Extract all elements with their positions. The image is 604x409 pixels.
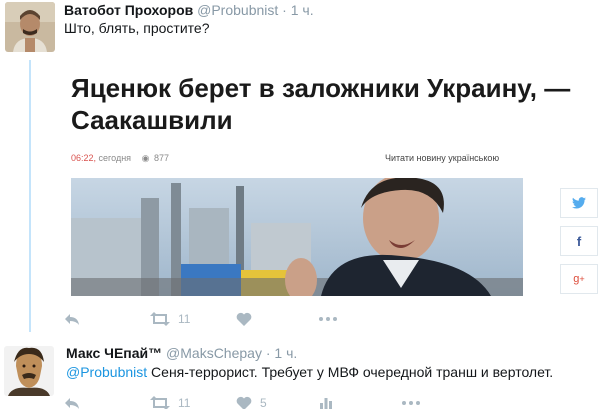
- article-meta: 06:22, сегодня ◉ 877: [71, 153, 169, 164]
- tweet-body: Сеня-террорист. Требует у МВФ очередной …: [151, 364, 554, 380]
- article-time: 06:22,: [71, 153, 97, 163]
- article-views: 877: [153, 153, 169, 163]
- article-date: сегодня: [98, 153, 132, 163]
- reply-button[interactable]: [64, 393, 80, 409]
- mention-link[interactable]: @Probubnist: [66, 364, 147, 380]
- tweet-header: Макс ЧЕпай™ @MaksChepay · 1 ч.: [66, 345, 297, 361]
- retweet-icon: [150, 396, 170, 409]
- tweet-header: Ватобот Прохоров @Probubnist · 1 ч.: [64, 2, 314, 18]
- reply-button[interactable]: [64, 309, 80, 329]
- retweet-button[interactable]: 11: [150, 309, 190, 329]
- like-button[interactable]: [236, 309, 252, 329]
- tweet: Ватобот Прохоров @Probubnist · 1 ч. Што,…: [0, 0, 604, 335]
- retweet-button[interactable]: 11: [150, 393, 190, 409]
- retweet-count: 11: [178, 312, 191, 326]
- analytics-icon: [320, 398, 332, 409]
- author-name[interactable]: Макс ЧЕпай™: [66, 345, 162, 361]
- like-button[interactable]: 5: [236, 393, 267, 409]
- embedded-article-image[interactable]: Яценюк берет в заложники Украину, — Саак…: [64, 56, 604, 301]
- more-button[interactable]: [402, 393, 420, 409]
- author-handle[interactable]: @Probubnist: [197, 2, 278, 18]
- thread-line: [29, 60, 31, 332]
- heart-icon: [236, 312, 252, 326]
- separator: ·: [265, 345, 271, 361]
- tweet-text: Што, блять, простите?: [64, 20, 210, 36]
- more-icon: [402, 401, 420, 405]
- read-in-ukrainian-link: Читати новину українською: [385, 153, 500, 163]
- like-count: 5: [260, 396, 267, 409]
- more-icon: [319, 317, 337, 321]
- twitter-icon[interactable]: [560, 188, 598, 218]
- avatar[interactable]: [4, 346, 54, 396]
- heart-icon: [236, 396, 252, 409]
- tweet-text: @Probubnist Сеня-террорист. Требует у МВ…: [66, 364, 553, 380]
- author-name[interactable]: Ватобот Прохоров: [64, 2, 193, 18]
- analytics-button[interactable]: [319, 393, 333, 409]
- article-photo: [71, 178, 523, 296]
- retweet-icon: [150, 312, 170, 326]
- author-handle[interactable]: @MaksChepay: [166, 345, 262, 361]
- avatar[interactable]: [5, 2, 55, 52]
- tweet: Макс ЧЕпай™ @MaksChepay · 1 ч. @Probubni…: [0, 335, 604, 409]
- eye-icon: ◉: [141, 153, 150, 163]
- facebook-icon[interactable]: f: [560, 226, 598, 256]
- separator: ·: [282, 2, 287, 18]
- more-button[interactable]: [319, 309, 337, 329]
- retweet-count: 11: [178, 396, 191, 409]
- tweet-time[interactable]: 1 ч.: [274, 345, 297, 361]
- google-plus-icon[interactable]: g +: [560, 264, 598, 294]
- tweet-time[interactable]: 1 ч.: [291, 2, 314, 18]
- reply-icon: [65, 398, 79, 409]
- reply-icon: [65, 314, 79, 325]
- article-headline: Яценюк берет в заложники Украину, — Саак…: [71, 73, 571, 135]
